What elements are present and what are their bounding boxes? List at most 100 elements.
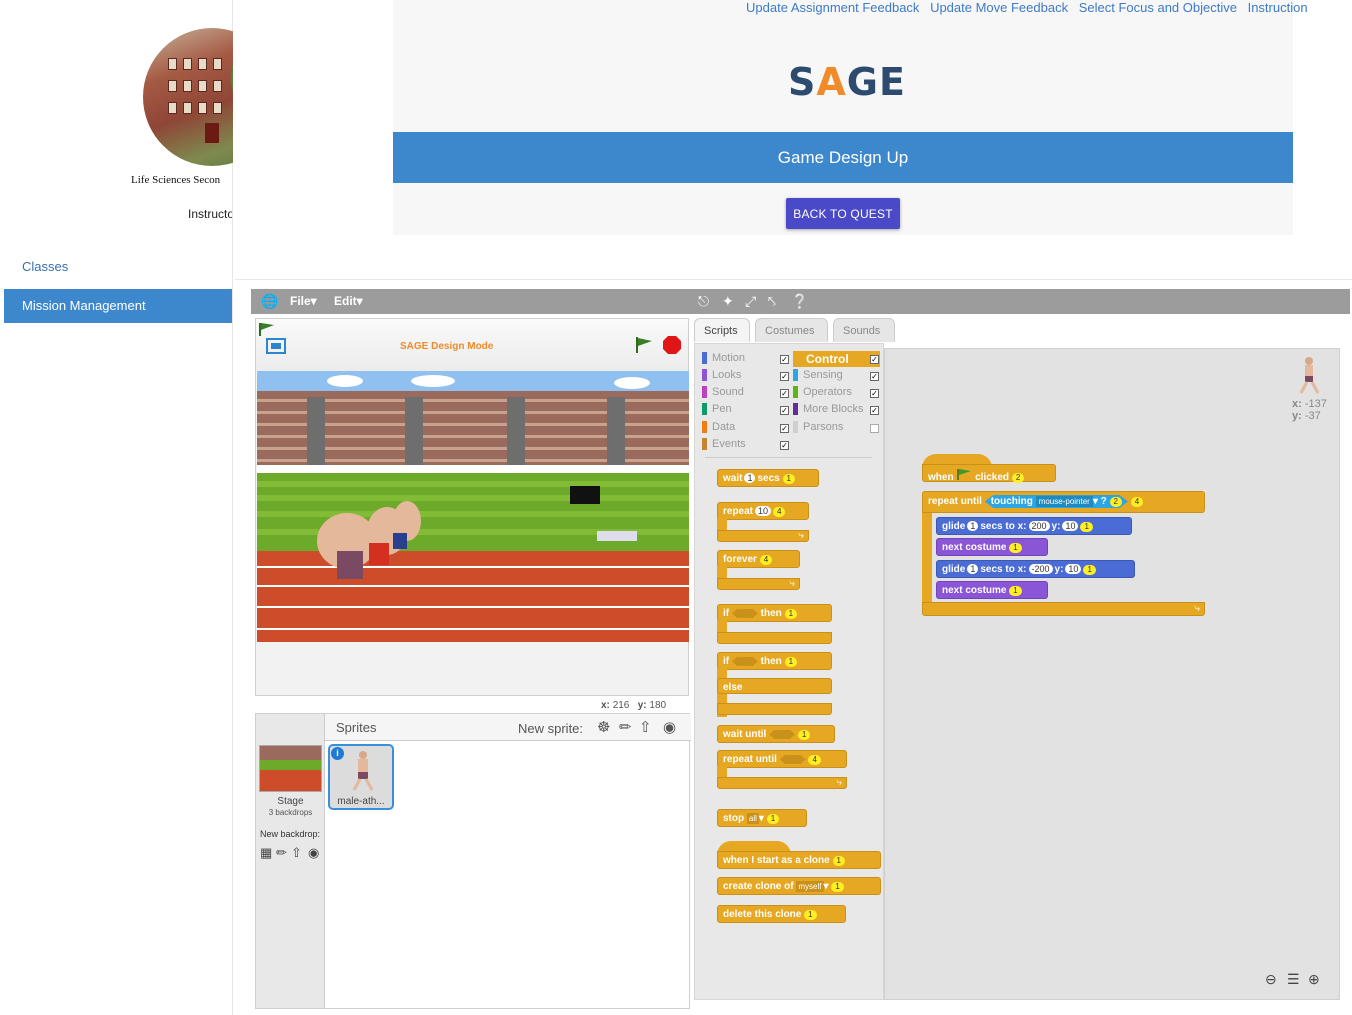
edit-menu[interactable]: Edit▾ bbox=[334, 294, 363, 308]
block-palette: Motion Looks Sound Pen Data Events ✓ ✓ ✓… bbox=[694, 343, 884, 1000]
block-create-clone[interactable]: create clone of myself ▾ 1 bbox=[717, 877, 881, 895]
divider bbox=[235, 279, 1352, 280]
sound-checkbox[interactable]: ✓ bbox=[780, 389, 789, 398]
stage-header: SAGE Design Mode bbox=[256, 319, 688, 371]
tab-costumes[interactable]: Costumes bbox=[755, 318, 828, 342]
touching-condition[interactable]: touching mouse-pointer ▾ ? 2 bbox=[984, 495, 1128, 508]
script-next-costume-2[interactable]: next costume 1 bbox=[936, 581, 1048, 599]
motion-checkbox[interactable]: ✓ bbox=[780, 355, 789, 364]
more-blocks-checkbox[interactable]: ✓ bbox=[870, 406, 879, 415]
block-stop[interactable]: stop all ▾ 1 bbox=[717, 809, 807, 827]
stage-thumbnail-column: Stage 3 backdrops New backdrop: ▦ ✏ ⇧ ◉ bbox=[256, 714, 325, 1008]
menu-bar: 🌐 File▾ Edit▾ ⎋ ✦ ⤢ ⤣ ❔ bbox=[251, 289, 1350, 314]
globe-icon[interactable]: 🌐 bbox=[261, 293, 278, 310]
tab-sounds[interactable]: Sounds bbox=[833, 318, 895, 342]
category-motion[interactable]: Motion bbox=[702, 352, 745, 365]
category-more-blocks[interactable]: More Blocks bbox=[793, 403, 864, 416]
school-name: Life Sciences Secon bbox=[131, 174, 221, 186]
scripts-area[interactable]: x: -137 y: -37 when clicked 2 repeat unt… bbox=[884, 348, 1340, 1000]
help-icon[interactable]: ❔ bbox=[791, 293, 808, 310]
backdrops-count: 3 backdrops bbox=[268, 808, 313, 817]
stage-canvas[interactable] bbox=[257, 371, 689, 642]
category-pen[interactable]: Pen bbox=[702, 403, 732, 416]
category-sound[interactable]: Sound bbox=[702, 386, 744, 399]
stage-title: SAGE Design Mode bbox=[400, 341, 494, 352]
upload-sprite-icon[interactable]: ⇧ bbox=[639, 718, 652, 736]
choose-sprite-icon[interactable]: ☸ bbox=[597, 718, 610, 736]
script-glide-2[interactable]: glide 1 secs to x: -200 y: 10 1 bbox=[936, 560, 1135, 578]
category-operators[interactable]: Operators bbox=[793, 386, 852, 399]
pen-checkbox[interactable]: ✓ bbox=[780, 406, 789, 415]
block-if-then-else[interactable]: if then 1 bbox=[717, 652, 832, 670]
category-looks[interactable]: Looks bbox=[702, 369, 741, 382]
choose-backdrop-icon[interactable]: ▦ bbox=[260, 845, 272, 861]
script-next-costume-1[interactable]: next costume 1 bbox=[936, 538, 1048, 556]
repeat-arrow-icon: ⤷ bbox=[717, 530, 809, 542]
looks-checkbox[interactable]: ✓ bbox=[780, 372, 789, 381]
zoom-reset-icon[interactable]: ☰ bbox=[1287, 971, 1300, 988]
file-menu[interactable]: File▾ bbox=[290, 294, 317, 308]
sage-logo: SAGE bbox=[788, 60, 906, 104]
operators-checkbox[interactable]: ✓ bbox=[870, 389, 879, 398]
block-forever[interactable]: forever 4 bbox=[717, 550, 800, 568]
sensing-checkbox[interactable]: ✓ bbox=[870, 372, 879, 381]
category-data[interactable]: Data bbox=[702, 421, 735, 434]
category-sensing[interactable]: Sensing bbox=[793, 369, 843, 382]
block-when-i-start-as-clone[interactable]: when I start as a clone 1 bbox=[717, 851, 881, 869]
category-control[interactable]: Control bbox=[793, 351, 880, 367]
link-update-move-feedback[interactable]: Update Move Feedback bbox=[930, 0, 1068, 15]
top-links: Update Assignment Feedback Update Move F… bbox=[746, 0, 1315, 15]
block-if-then[interactable]: if then 1 bbox=[717, 604, 832, 622]
block-repeat[interactable]: repeat 10 4 bbox=[717, 502, 809, 520]
link-instruction[interactable]: Instruction bbox=[1248, 0, 1308, 15]
grow-icon[interactable]: ⤢ bbox=[745, 293, 756, 310]
new-sprite-label: New sprite: bbox=[518, 721, 584, 736]
nav-mission-management[interactable]: Mission Management bbox=[4, 289, 232, 323]
control-checkbox[interactable]: ✓ bbox=[870, 355, 879, 364]
category-events[interactable]: Events bbox=[702, 438, 746, 451]
shrink-icon[interactable]: ⤣ bbox=[768, 293, 776, 310]
camera-backdrop-icon[interactable]: ◉ bbox=[308, 845, 319, 861]
link-update-assignment-feedback[interactable]: Update Assignment Feedback bbox=[746, 0, 919, 15]
duplicate-stamp-icon[interactable]: ⎋ bbox=[698, 293, 709, 310]
parsons-checkbox[interactable] bbox=[870, 424, 879, 433]
script-glide-1[interactable]: glide 1 secs to x: 200 y: 10 1 bbox=[936, 517, 1132, 535]
block-wait-secs[interactable]: wait 1 secs 1 bbox=[717, 469, 819, 487]
stage-thumbnail[interactable] bbox=[259, 745, 322, 792]
data-checkbox[interactable]: ✓ bbox=[780, 424, 789, 433]
link-select-focus-objective[interactable]: Select Focus and Objective bbox=[1079, 0, 1237, 15]
upload-backdrop-icon[interactable]: ⇧ bbox=[291, 845, 302, 861]
stop-sign-icon[interactable] bbox=[662, 335, 682, 355]
events-checkbox[interactable]: ✓ bbox=[780, 441, 789, 450]
back-to-quest-button[interactable]: BACK TO QUEST bbox=[786, 198, 900, 229]
script-when-flag-clicked[interactable]: when clicked 2 bbox=[922, 464, 1056, 483]
tab-scripts[interactable]: Scripts bbox=[694, 318, 750, 342]
palette-divider bbox=[705, 457, 872, 458]
block-repeat-until[interactable]: repeat until 4 bbox=[717, 750, 847, 768]
scratch-editor: 🌐 File▾ Edit▾ ⎋ ✦ ⤢ ⤣ ❔ SAGE Design Mode bbox=[251, 289, 1350, 1015]
block-wait-until[interactable]: wait until 1 bbox=[717, 725, 835, 743]
camera-sprite-icon[interactable]: ◉ bbox=[663, 718, 676, 736]
paint-backdrop-icon[interactable]: ✏ bbox=[276, 845, 287, 861]
fullscreen-icon[interactable] bbox=[264, 336, 288, 356]
zoom-in-icon[interactable]: ⊕ bbox=[1308, 971, 1320, 988]
block-delete-this-clone[interactable]: delete this clone 1 bbox=[717, 905, 846, 923]
category-parsons[interactable]: Parsons bbox=[793, 421, 843, 434]
info-icon[interactable]: i bbox=[331, 747, 344, 760]
sprite-coordinates: x: -137 y: -37 bbox=[1292, 398, 1327, 422]
script-repeat-until[interactable]: repeat until touching mouse-pointer ▾ ? 2… bbox=[922, 491, 1205, 513]
sprite-tile-male-athlete[interactable]: i male-ath... bbox=[328, 744, 394, 810]
presentation-flag-icon[interactable] bbox=[258, 321, 276, 337]
nav-classes[interactable]: Classes bbox=[4, 250, 232, 284]
zoom-out-icon[interactable]: ⊖ bbox=[1265, 971, 1277, 988]
sprite-thumbnail-image bbox=[352, 751, 374, 791]
repeat-until-arrow-icon: ⤷ bbox=[717, 777, 847, 789]
school-building-image bbox=[143, 28, 233, 166]
stage-coordinates: x: 216 y: 180 bbox=[601, 700, 667, 711]
sidebar: Life Sciences Secon Instructo Classes Mi… bbox=[0, 0, 233, 1015]
stage-panel: SAGE Design Mode bbox=[255, 318, 689, 696]
green-flag-icon[interactable] bbox=[634, 335, 654, 355]
paint-sprite-icon[interactable]: ✏ bbox=[619, 718, 632, 736]
block-else-label: else bbox=[717, 678, 832, 694]
cut-scissors-icon[interactable]: ✦ bbox=[722, 293, 734, 310]
